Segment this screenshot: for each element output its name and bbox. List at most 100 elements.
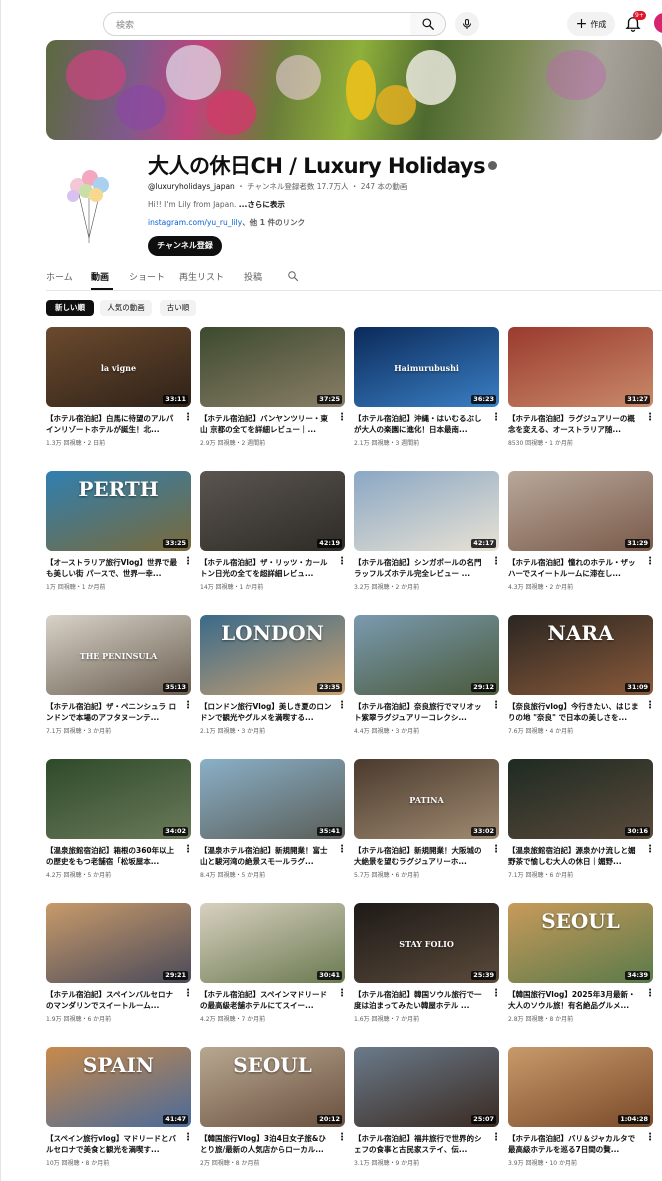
video-card[interactable]: 25:07 【ホテル宿泊記】福井旅行で世界的シェフの食事と古民家ステイ、伝... ⋮… [354,1047,501,1177]
video-title[interactable]: 【ホテル宿泊記】ラグジュアリーの概念を変える、オーストラリア随... [508,413,641,435]
search-input[interactable]: 検索 [103,12,411,36]
more-vert-icon[interactable]: ⋮ [183,989,193,999]
video-title[interactable]: 【韓国旅行Vlog】3泊4日女子旅&ひとり旅/最新の人気店からローカル... [200,1133,333,1155]
chip-popular[interactable]: 人気の動画 [100,300,152,316]
video-card[interactable]: SEOUL 20:12 【韓国旅行Vlog】3泊4日女子旅&ひとり旅/最新の人気店か… [200,1047,347,1177]
video-thumbnail[interactable]: SEOUL 20:12 [200,1047,345,1127]
video-card[interactable]: 34:02 【温泉旅館宿泊記】箱根の360年以上の歴史をもつ老舗宿「松坂屋本...… [46,759,193,889]
tab-posts[interactable]: 投稿 [244,270,262,283]
more-vert-icon[interactable]: ⋮ [337,701,347,711]
video-card[interactable]: 42:19 【ホテル宿泊記】ザ・リッツ・カールトン日光の全てを超詳細レビュ... ⋮… [200,471,347,601]
more-vert-icon[interactable]: ⋮ [645,557,655,567]
more-vert-icon[interactable]: ⋮ [491,989,501,999]
video-card[interactable]: Haimurubushi 36:23 【ホテル宿泊記】沖縄・はいむるぶしが大人の楽園… [354,327,501,457]
video-thumbnail[interactable]: 30:16 [508,759,653,839]
chip-newest[interactable]: 新しい順 [46,300,94,316]
video-title[interactable]: 【ホテル宿泊記】新規開業！大阪城の大絶景を望むラグジュアリーホ... [354,845,487,867]
video-card[interactable]: 30:16 【温泉旅館宿泊記】源泉かけ流しと媚野茶で愉しむ大人の休日｜媚野... ⋮… [508,759,655,889]
video-thumbnail[interactable]: 1:04:28 [508,1047,653,1127]
video-card[interactable]: PERTH 33:25 【オーストラリア旅行Vlog】世界で最も美しい街 パースで、… [46,471,193,601]
video-title[interactable]: 【ホテル宿泊記】奈良旅行でマリオット紫翠ラグジュアリーコレクシ... [354,701,487,723]
video-title[interactable]: 【ホテル宿泊記】スペインマドリードの最高級老舗ホテルにてスイー... [200,989,333,1011]
more-vert-icon[interactable]: ⋮ [337,557,347,567]
video-title[interactable]: 【ホテル宿泊記】バンヤンツリー・東山 京都の全てを詳細レビュー｜... [200,413,333,435]
account-avatar[interactable] [654,13,662,33]
video-thumbnail[interactable]: THE PENINSULA 35:13 [46,615,191,695]
more-vert-icon[interactable]: ⋮ [183,1133,193,1143]
video-thumbnail[interactable]: LONDON 23:35 [200,615,345,695]
video-thumbnail[interactable]: STAY FOLIO 25:39 [354,903,499,983]
video-title[interactable]: 【ホテル宿泊記】福井旅行で世界的シェフの食事と古民家ステイ、伝... [354,1133,487,1155]
video-card[interactable]: 31:27 【ホテル宿泊記】ラグジュアリーの概念を変える、オーストラリア随... ⋮… [508,327,655,457]
more-vert-icon[interactable]: ⋮ [645,1133,655,1143]
more-vert-icon[interactable]: ⋮ [337,1133,347,1143]
video-title[interactable]: 【オーストラリア旅行Vlog】世界で最も美しい街 パースで、世界一幸... [46,557,179,579]
more-vert-icon[interactable]: ⋮ [491,413,501,423]
video-card[interactable]: 29:12 【ホテル宿泊記】奈良旅行でマリオット紫翠ラグジュアリーコレクシ... ⋮… [354,615,501,745]
video-thumbnail[interactable]: SEOUL 34:39 [508,903,653,983]
video-thumbnail[interactable]: NARA 31:09 [508,615,653,695]
channel-links[interactable]: instagram.com/yu_ru_lily、他 1 件のリンク [148,217,305,228]
video-card[interactable]: 42:17 【ホテル宿泊記】シンガポールの名門ラッフルズホテル完全レビュー ...… [354,471,501,601]
create-button[interactable]: + 作成 [567,12,615,36]
video-title[interactable]: 【韓国旅行Vlog】2025年3月最新・大人のソウル旅！有名絶品グルメ... [508,989,641,1011]
video-card[interactable]: SEOUL 34:39 【韓国旅行Vlog】2025年3月最新・大人のソウル旅！有名… [508,903,655,1033]
video-thumbnail[interactable]: 29:21 [46,903,191,983]
video-thumbnail[interactable]: 42:19 [200,471,345,551]
video-card[interactable]: 31:29 【ホテル宿泊記】憧れのホテル・ザッハーでスイートルームに滞在し... ⋮… [508,471,655,601]
channel-description[interactable]: Hi!! I'm Lily from Japan. ...さらに表示 [148,199,285,210]
video-title[interactable]: 【温泉旅館宿泊記】源泉かけ流しと媚野茶で愉しむ大人の休日｜媚野... [508,845,641,867]
video-title[interactable]: 【ホテル宿泊記】沖縄・はいむるぶしが大人の楽園に進化！日本最南... [354,413,487,435]
video-card[interactable]: NARA 31:09 【奈良旅行vlog】今行きたい、はじまりの地 "奈良" で日本… [508,615,655,745]
video-card[interactable]: 29:21 【ホテル宿泊記】スペインバルセロナのマンダリンでスイートルーム... ⋮… [46,903,193,1033]
tab-shorts[interactable]: ショート [129,270,165,283]
instagram-link[interactable]: instagram.com/yu_ru_lily [148,218,242,227]
video-title[interactable]: 【ホテル宿泊記】韓国ソウル旅行で一度は泊まってみたい韓屋ホテル ... [354,989,487,1011]
video-thumbnail[interactable]: 42:17 [354,471,499,551]
video-thumbnail[interactable]: 35:41 [200,759,345,839]
other-links-text[interactable]: 、他 1 件のリンク [242,218,305,227]
more-vert-icon[interactable]: ⋮ [645,845,655,855]
video-card[interactable]: 1:04:28 【ホテル宿泊記】バリ＆ジャカルタで最高級ホテルを巡る7日間の贅..… [508,1047,655,1177]
video-card[interactable]: la vigne 33:11 【ホテル宿泊記】白馬に待望のアルパインリゾートホテルが… [46,327,193,457]
video-title[interactable]: 【温泉ホテル宿泊記】新規開業！富士山と駿河湾の絶景スモールラグ... [200,845,333,867]
video-card[interactable]: 35:41 【温泉ホテル宿泊記】新規開業！富士山と駿河湾の絶景スモールラグ... ⋮… [200,759,347,889]
video-card[interactable]: 37:25 【ホテル宿泊記】バンヤンツリー・東山 京都の全てを詳細レビュー｜...… [200,327,347,457]
more-vert-icon[interactable]: ⋮ [183,413,193,423]
more-vert-icon[interactable]: ⋮ [337,413,347,423]
tab-videos[interactable]: 動画 [91,270,109,283]
video-thumbnail[interactable]: 30:41 [200,903,345,983]
more-vert-icon[interactable]: ⋮ [491,1133,501,1143]
more-vert-icon[interactable]: ⋮ [337,845,347,855]
video-title[interactable]: 【ホテル宿泊記】白馬に待望のアルパインリゾートホテルが誕生！北... [46,413,179,435]
video-title[interactable]: 【ロンドン旅行Vlog】美しき夏のロンドンで観光やグルメを満喫する... [200,701,333,723]
video-thumbnail[interactable]: 37:25 [200,327,345,407]
video-card[interactable]: STAY FOLIO 25:39 【ホテル宿泊記】韓国ソウル旅行で一度は泊まってみた… [354,903,501,1033]
video-title[interactable]: 【奈良旅行vlog】今行きたい、はじまりの地 "奈良" で日本の美しさを... [508,701,641,723]
video-title[interactable]: 【ホテル宿泊記】憧れのホテル・ザッハーでスイートルームに滞在し... [508,557,641,579]
video-card[interactable]: THE PENINSULA 35:13 【ホテル宿泊記】ザ・ペニンシュラ ロンドンで… [46,615,193,745]
video-thumbnail[interactable]: 34:02 [46,759,191,839]
show-more-link[interactable]: ...さらに表示 [239,200,285,209]
video-thumbnail[interactable]: 31:29 [508,471,653,551]
video-card[interactable]: PATINA 33:02 【ホテル宿泊記】新規開業！大阪城の大絶景を望むラグジュアリ… [354,759,501,889]
video-title[interactable]: 【ホテル宿泊記】バリ＆ジャカルタで最高級ホテルを巡る7日間の贅... [508,1133,641,1155]
video-thumbnail[interactable]: la vigne 33:11 [46,327,191,407]
video-thumbnail[interactable]: 31:27 [508,327,653,407]
more-vert-icon[interactable]: ⋮ [183,701,193,711]
video-title[interactable]: 【ホテル宿泊記】スペインバルセロナのマンダリンでスイートルーム... [46,989,179,1011]
video-card[interactable]: LONDON 23:35 【ロンドン旅行Vlog】美しき夏のロンドンで観光やグルメを… [200,615,347,745]
video-thumbnail[interactable]: PATINA 33:02 [354,759,499,839]
tab-home[interactable]: ホーム [46,270,73,283]
video-title[interactable]: 【ホテル宿泊記】シンガポールの名門ラッフルズホテル完全レビュー ... [354,557,487,579]
video-thumbnail[interactable]: 25:07 [354,1047,499,1127]
tab-playlists[interactable]: 再生リスト [179,270,224,283]
video-title[interactable]: 【スペイン旅行vlog】マドリードとバルセロナで美食と観光を満喫す... [46,1133,179,1155]
video-title[interactable]: 【温泉旅館宿泊記】箱根の360年以上の歴史をもつ老舗宿「松坂屋本... [46,845,179,867]
subscribe-button[interactable]: チャンネル登録 [148,236,222,256]
more-vert-icon[interactable]: ⋮ [337,989,347,999]
chip-oldest[interactable]: 古い順 [160,300,196,316]
more-vert-icon[interactable]: ⋮ [183,557,193,567]
more-vert-icon[interactable]: ⋮ [491,845,501,855]
video-title[interactable]: 【ホテル宿泊記】ザ・ペニンシュラ ロンドンで本場のアフタヌーンテ... [46,701,179,723]
